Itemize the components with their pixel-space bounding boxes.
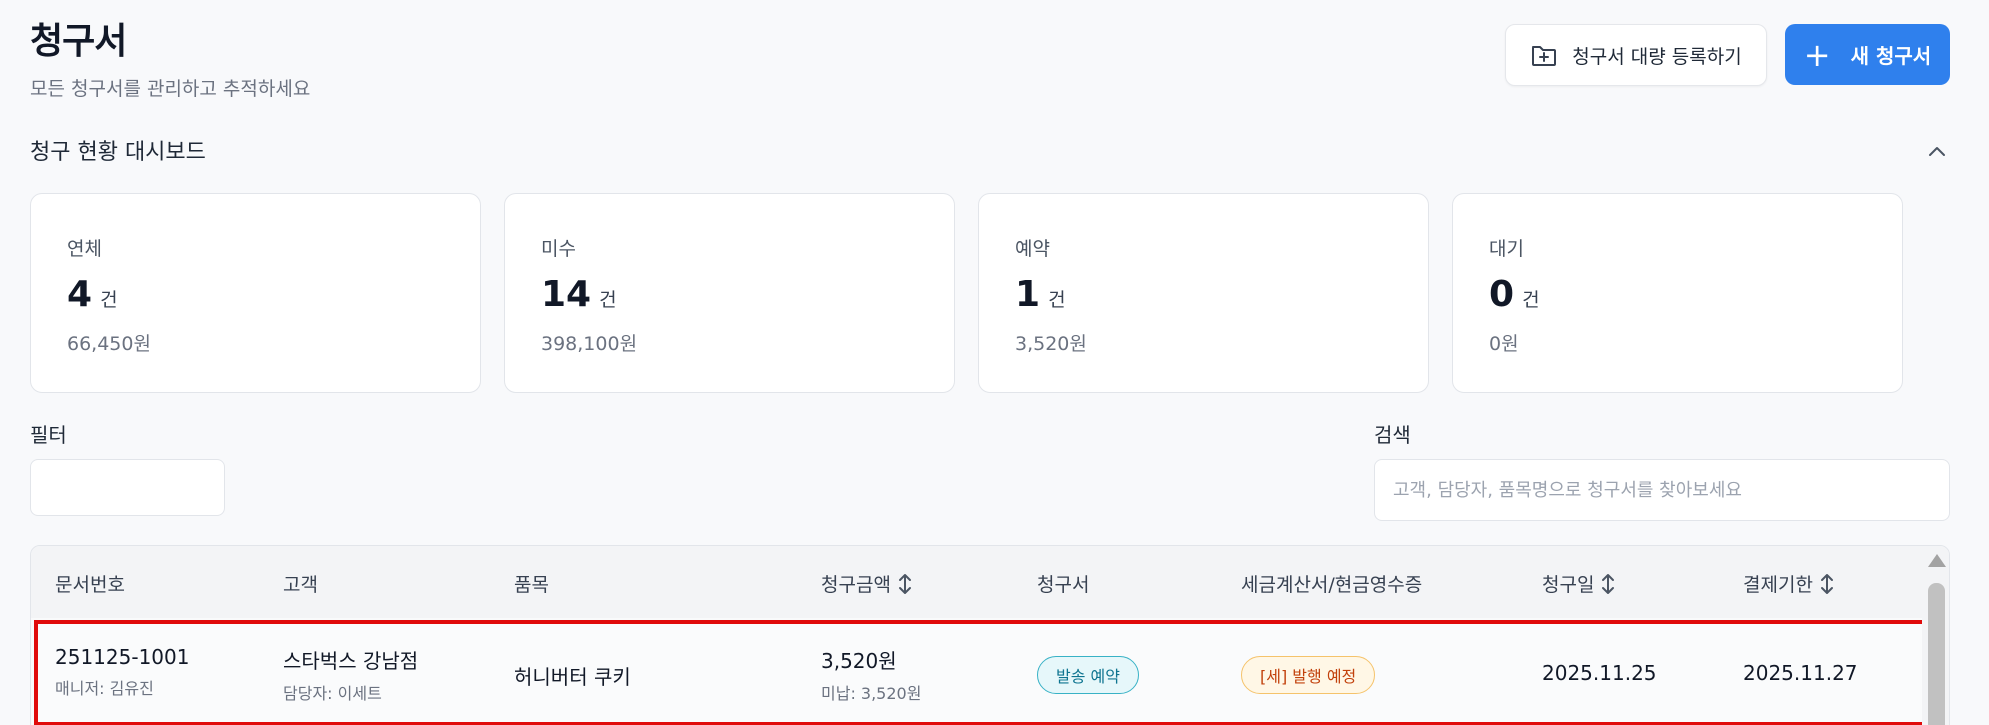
col-invoice: 청구서 (1037, 574, 1090, 596)
doc-no-cell: 251125-1001 매니저: 김유진 (55, 645, 189, 699)
bill-date: 2025.11.25 (1542, 661, 1657, 685)
sort-icon (1602, 573, 1615, 594)
new-invoice-button[interactable]: + 새 청구서 (1785, 24, 1950, 85)
plus-icon: + (1803, 35, 1831, 74)
chevron-up-icon[interactable] (1925, 140, 1949, 164)
amount: 3,520원 (821, 649, 897, 673)
stat-amount: 66,450원 (67, 333, 151, 355)
stat-card-unpaid[interactable]: 미수 14 건 398,100원 (504, 193, 955, 393)
dashboard-title: 청구 현황 대시보드 (30, 140, 206, 165)
doc-no: 251125-1001 (55, 645, 190, 669)
stat-card-pending[interactable]: 대기 0건 0원 (1452, 193, 1903, 393)
stat-card-scheduled[interactable]: 예약 1건 3,520원 (978, 193, 1429, 393)
filter-select[interactable] (30, 459, 225, 516)
invoice-table: 문서번호 고객 품목 청구금액 청구서 세금계산서/현금영수증 청구일 결제기한… (30, 545, 1950, 725)
col-doc-no: 문서번호 (55, 574, 125, 596)
page-title: 청구서 (30, 21, 127, 62)
scroll-thumb[interactable] (1928, 583, 1945, 725)
col-tax: 세금계산서/현금영수증 (1241, 574, 1423, 596)
stat-label: 대기 (1489, 238, 1524, 260)
unpaid-amount: 미납: 3,520원 (821, 684, 922, 703)
new-invoice-label: 새 청구서 (1850, 44, 1932, 68)
invoice-status-badge: 발송 예약 (1037, 656, 1139, 694)
customer-name: 스타벅스 강남점 (283, 649, 419, 673)
stat-count: 0건 (1489, 274, 1540, 315)
col-item: 품목 (514, 574, 549, 596)
col-amount[interactable]: 청구금액 (821, 570, 913, 597)
manager: 매니저: 김유진 (55, 679, 154, 698)
page-header: 청구서 모든 청구서를 관리하고 추적하세요 (30, 12, 310, 101)
col-due-date[interactable]: 결제기한 (1743, 570, 1835, 597)
sort-icon (1820, 573, 1833, 594)
search-label: 검색 (1374, 423, 1411, 447)
folder-plus-icon (1532, 46, 1557, 66)
stat-amount: 0원 (1489, 333, 1519, 355)
stat-count: 14 건 (541, 274, 617, 315)
customer-cell: 스타벅스 강남점 담당자: 이세트 (283, 645, 418, 704)
stat-count: 4건 (67, 274, 118, 315)
amount-cell: 3,520원 미납: 3,520원 (821, 645, 921, 704)
bulk-upload-button[interactable]: 청구서 대량 등록하기 (1505, 24, 1767, 86)
bulk-upload-label: 청구서 대량 등록하기 (1572, 45, 1742, 68)
stat-amount: 3,520원 (1015, 333, 1087, 355)
table-scrollbar[interactable] (1922, 546, 1949, 725)
page-subtitle: 모든 청구서를 관리하고 추적하세요 (30, 78, 311, 100)
search-input[interactable] (1374, 459, 1950, 521)
scroll-up-arrow-icon[interactable] (1928, 554, 1946, 567)
stat-count: 1건 (1015, 274, 1066, 315)
sort-icon (898, 573, 911, 594)
table-header: 문서번호 고객 품목 청구금액 청구서 세금계산서/현금영수증 청구일 결제기한 (31, 546, 1949, 618)
stat-amount: 398,100원 (541, 333, 638, 355)
contact-person: 담당자: 이세트 (283, 684, 382, 703)
col-bill-date[interactable]: 청구일 (1542, 570, 1616, 597)
table-row[interactable]: 251125-1001 매니저: 김유진 스타벅스 강남점 담당자: 이세트 허… (34, 620, 1927, 725)
stat-label: 연체 (67, 238, 102, 260)
filter-label: 필터 (30, 423, 67, 447)
stat-label: 예약 (1015, 238, 1050, 260)
stat-label: 미수 (541, 238, 576, 260)
due-date: 2025.11.27 (1743, 661, 1858, 685)
col-customer: 고객 (283, 574, 318, 596)
stat-card-overdue[interactable]: 연체 4건 66,450원 (30, 193, 481, 393)
tax-status-badge: [세] 발행 예정 (1241, 656, 1376, 694)
item-name: 허니버터 쿠키 (514, 665, 631, 689)
